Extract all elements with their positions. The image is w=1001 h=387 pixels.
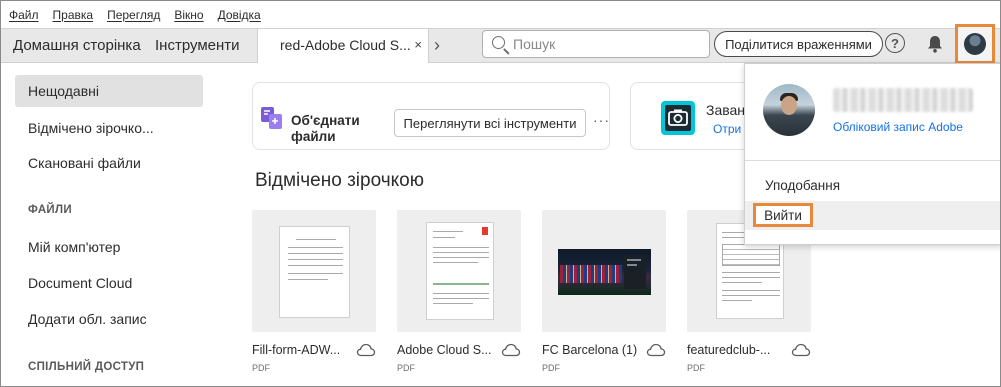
- combine-files-label: Об'єднати файли: [291, 113, 360, 144]
- file-thumbnail: [397, 210, 521, 332]
- file-card[interactable]: FC Barcelona (1) PDF: [542, 210, 666, 373]
- menu-file[interactable]: Файл: [9, 8, 39, 22]
- search-input[interactable]: [513, 35, 703, 53]
- divider: [745, 160, 1000, 161]
- account-dropdown: Обліковий запис Adobe Уподобання Вийти: [744, 63, 1000, 245]
- file-type: PDF: [542, 363, 560, 373]
- file-name: Fill-form-ADW...: [252, 343, 341, 357]
- chevron-right-icon[interactable]: ›: [434, 35, 440, 56]
- help-icon[interactable]: ?: [885, 33, 905, 53]
- account-avatar-button[interactable]: [955, 24, 995, 64]
- combine-files-card[interactable]: Об'єднати файли Переглянути всі інструме…: [252, 82, 610, 150]
- cloud-icon: [501, 343, 521, 357]
- close-icon[interactable]: ×: [414, 37, 422, 52]
- menu-help[interactable]: Довідка: [218, 8, 261, 22]
- bell-icon[interactable]: [925, 34, 945, 54]
- sidebar-item-scans[interactable]: Скановані файли: [15, 147, 203, 179]
- tab-bar: Домашня сторінка Інструменти red-Adobe C…: [1, 24, 1000, 64]
- tab-home[interactable]: Домашня сторінка: [13, 37, 141, 54]
- view-all-tools-button[interactable]: Переглянути всі інструменти: [394, 109, 586, 137]
- blurred-user-name: [833, 88, 973, 112]
- adobe-account-link[interactable]: Обліковий запис Adobe: [833, 120, 963, 134]
- sign-out-button[interactable]: Вийти: [753, 203, 813, 227]
- sidebar-item-document-cloud[interactable]: Document Cloud: [15, 267, 203, 299]
- tab-document[interactable]: red-Adobe Cloud S... ×: [257, 29, 429, 63]
- cloud-icon: [791, 343, 811, 357]
- file-type: PDF: [252, 363, 270, 373]
- menu-window[interactable]: Вікно: [174, 8, 203, 22]
- search-icon: [492, 36, 505, 49]
- starred-section-title: Відмічено зірочкою: [255, 170, 424, 191]
- scan-card-link[interactable]: Отри: [713, 122, 741, 136]
- sidebar-item-my-computer[interactable]: Мій комп'ютер: [15, 231, 203, 263]
- avatar: [763, 84, 815, 136]
- file-name: FC Barcelona (1): [542, 343, 638, 357]
- file-thumbnail: [542, 210, 666, 332]
- cloud-icon: [646, 343, 666, 357]
- file-type: PDF: [397, 363, 415, 373]
- more-icon[interactable]: ···: [593, 112, 610, 128]
- cloud-icon: [356, 343, 376, 357]
- sidebar-item-recent[interactable]: Нещодавні: [15, 75, 203, 107]
- sidebar: Нещодавні Відмічено зірочко... Скановані…: [1, 64, 219, 386]
- file-card[interactable]: Fill-form-ADW... PDF: [252, 210, 376, 373]
- sidebar-heading-shared: СПІЛЬНИЙ ДОСТУП: [28, 361, 145, 373]
- menu-edit[interactable]: Правка: [53, 8, 94, 22]
- search-box[interactable]: [482, 30, 710, 58]
- sidebar-item-add-account[interactable]: Додати обл. запис: [15, 303, 203, 335]
- tab-tools[interactable]: Інструменти: [155, 37, 240, 54]
- share-feedback-button[interactable]: Поділитися враженнями: [714, 31, 883, 57]
- combine-files-icon: [261, 107, 282, 129]
- file-name: Adobe Cloud S...: [397, 343, 492, 357]
- acrobat-window: Файл Правка Перегляд Вікно Довідка Домаш…: [0, 0, 1001, 387]
- scan-camera-icon: [661, 101, 695, 135]
- sidebar-heading-files: ФАЙЛИ: [28, 204, 72, 216]
- avatar: [964, 33, 986, 55]
- menu-bar: Файл Правка Перегляд Вікно Довідка: [1, 1, 1000, 28]
- file-type: PDF: [687, 363, 705, 373]
- preferences-menu-item[interactable]: Уподобання: [765, 178, 840, 193]
- tab-document-label: red-Adobe Cloud S...: [280, 37, 411, 53]
- sidebar-item-starred[interactable]: Відмічено зірочко...: [15, 112, 203, 144]
- menu-view[interactable]: Перегляд: [107, 8, 160, 22]
- file-thumbnail: [252, 210, 376, 332]
- file-name: featuredclub-...: [687, 343, 771, 357]
- file-card[interactable]: Adobe Cloud S... PDF: [397, 210, 521, 373]
